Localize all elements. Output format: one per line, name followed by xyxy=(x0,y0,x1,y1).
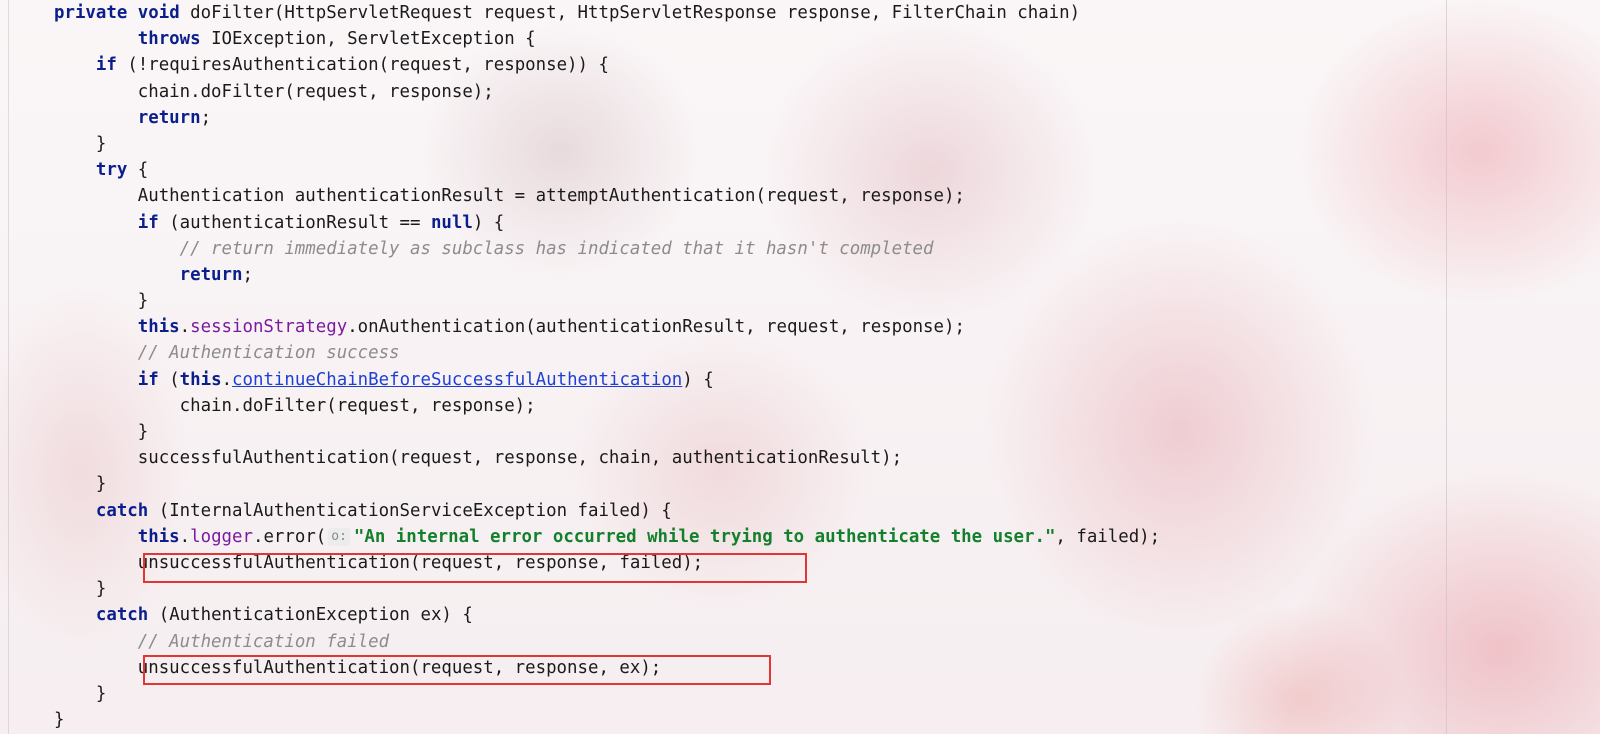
parameter-hint: o: xyxy=(328,527,350,546)
field-token: sessionStrategy xyxy=(190,317,348,338)
highlight-box-unsuccessful-auth-failed xyxy=(143,553,807,583)
code-line[interactable]: catch (AuthenticationException ex) { xyxy=(54,602,1160,628)
code-line[interactable]: Authentication authenticationResult = at… xyxy=(54,183,1160,209)
code-text: Authentication authenticationResult = at… xyxy=(54,186,965,207)
code-text: .error( xyxy=(252,526,327,547)
keyword-token: null xyxy=(430,212,473,233)
field-link-token[interactable]: continueChainBeforeSuccessfulAuthenticat… xyxy=(232,370,682,390)
code-text: (authenticationResult == xyxy=(158,212,431,233)
comment-token: // Authentication success xyxy=(137,343,400,364)
code-line[interactable]: // return immediately as subclass has in… xyxy=(54,236,1160,262)
code-line[interactable]: catch (InternalAuthenticationServiceExce… xyxy=(54,498,1160,524)
code-line[interactable]: } xyxy=(54,419,1160,445)
code-text: successfulAuthentication(request, respon… xyxy=(54,448,903,469)
code-text: chain.doFilter(request, response); xyxy=(54,81,494,102)
code-text: chain.doFilter(request, response); xyxy=(54,395,536,416)
comment-token: // return immediately as subclass has in… xyxy=(179,238,934,259)
keyword-token: return xyxy=(179,264,243,285)
code-line[interactable]: successfulAuthentication(request, respon… xyxy=(54,445,1160,471)
highlight-box-unsuccessful-auth-ex xyxy=(143,655,771,685)
keyword-token: if xyxy=(95,55,117,76)
keyword-token: catch xyxy=(95,500,149,521)
code-line[interactable]: return; xyxy=(54,262,1160,288)
code-text: ) { xyxy=(472,212,505,233)
code-text: } xyxy=(54,474,107,495)
keyword-token: return xyxy=(137,107,201,128)
code-text: { xyxy=(127,160,149,181)
code-line[interactable]: // Authentication failed xyxy=(54,629,1160,655)
string-literal-token: "An internal error occurred while trying… xyxy=(353,526,1056,547)
code-text: ; xyxy=(242,264,253,285)
right-margin-guide xyxy=(1446,0,1447,734)
keyword-token: if xyxy=(137,369,159,390)
keyword-token: this xyxy=(179,369,222,390)
code-line[interactable]: try { xyxy=(54,157,1160,183)
code-text: (!requiresAuthentication(request, respon… xyxy=(116,55,609,76)
code-line[interactable]: this.sessionStrategy.onAuthentication(au… xyxy=(54,314,1160,340)
keyword-token: this xyxy=(137,526,180,547)
code-text: , failed); xyxy=(1055,526,1161,547)
code-text: } xyxy=(54,683,107,704)
code-text: . xyxy=(179,526,191,547)
field-token: logger xyxy=(190,526,253,547)
code-text: } xyxy=(54,291,149,312)
code-line[interactable]: } xyxy=(54,131,1160,157)
code-text: (InternalAuthenticationServiceException … xyxy=(148,500,672,521)
code-text: doFilter(HttpServletRequest request, Htt… xyxy=(179,3,1081,23)
code-line[interactable]: // Authentication success xyxy=(54,340,1160,366)
code-text: } xyxy=(54,710,65,731)
code-text: ) { xyxy=(682,369,714,390)
code-text: IOException, ServletException { xyxy=(200,29,536,50)
code-line[interactable]: this.logger.error(o: "An internal error o… xyxy=(54,524,1160,550)
code-line[interactable]: } xyxy=(54,707,1160,733)
code-editor[interactable]: private void doFilter(HttpServletRequest… xyxy=(54,0,1160,733)
code-line[interactable]: chain.doFilter(request, response); xyxy=(54,79,1160,105)
code-text: . xyxy=(221,369,233,390)
keyword-token: if xyxy=(137,212,159,233)
keyword-token: this xyxy=(137,317,180,338)
code-line[interactable]: throws IOException, ServletException { xyxy=(54,26,1160,52)
code-line[interactable]: if (authenticationResult == null) { xyxy=(54,210,1160,236)
code-text: . xyxy=(179,317,191,338)
code-line[interactable]: chain.doFilter(request, response); xyxy=(54,393,1160,419)
code-text: ( xyxy=(158,369,180,390)
keyword-token: catch xyxy=(95,605,149,626)
keyword-token: try xyxy=(95,160,128,181)
keyword-token: void xyxy=(137,3,180,23)
editor-gutter xyxy=(8,0,9,734)
code-line[interactable]: if (this.continueChainBeforeSuccessfulAu… xyxy=(54,367,1160,393)
code-text: (AuthenticationException ex) { xyxy=(148,605,473,626)
code-text: } xyxy=(54,422,149,442)
keyword-token: throws xyxy=(137,29,201,50)
keyword-token: private xyxy=(54,3,128,23)
code-line[interactable]: return; xyxy=(54,105,1160,131)
comment-token: // Authentication failed xyxy=(137,631,390,652)
code-line[interactable]: } xyxy=(54,471,1160,497)
code-line[interactable]: if (!requiresAuthentication(request, res… xyxy=(54,52,1160,78)
code-line[interactable]: private void doFilter(HttpServletRequest… xyxy=(54,0,1160,26)
code-text: } xyxy=(54,133,107,154)
code-text: } xyxy=(54,579,107,600)
code-text: ; xyxy=(200,107,212,128)
code-line[interactable]: } xyxy=(54,288,1160,314)
code-text: .onAuthentication(authenticationResult, … xyxy=(347,317,965,338)
